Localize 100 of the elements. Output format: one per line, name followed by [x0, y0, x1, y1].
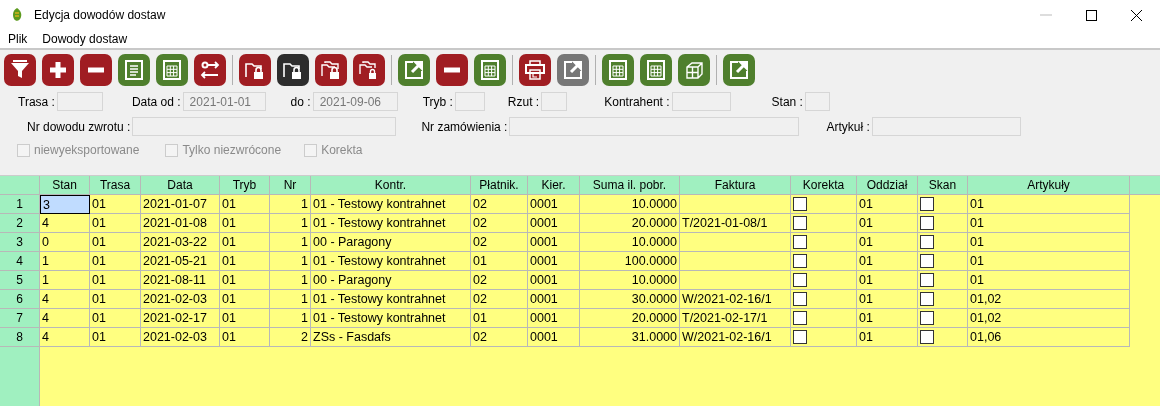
field-label: Tryb : — [422, 94, 453, 109]
row-number[interactable]: 2 — [0, 214, 40, 233]
input-field[interactable] — [541, 92, 568, 111]
table-cell: 01 — [471, 309, 528, 328]
column-header[interactable]: Skan — [918, 176, 968, 195]
column-header[interactable]: Faktura — [680, 176, 791, 195]
table-cell: 01 - Testowy kontrahnet — [311, 309, 471, 328]
table-icon — [161, 59, 183, 81]
toolbar-button[interactable] — [194, 54, 226, 86]
checkbox-cell[interactable] — [918, 309, 968, 328]
table-cell: 01 — [220, 309, 270, 328]
column-header[interactable]: Korekta — [791, 176, 857, 195]
toolbar-button[interactable] — [277, 54, 309, 86]
table-cell: 2021-01-08 — [141, 214, 220, 233]
input-field[interactable] — [871, 117, 1021, 136]
table-cell: 0001 — [528, 252, 580, 271]
column-header[interactable]: Tryb — [220, 176, 270, 195]
input-field[interactable] — [804, 92, 830, 111]
input-field[interactable] — [509, 117, 800, 136]
table-icon — [607, 59, 629, 81]
swap-arrows-icon — [199, 59, 221, 81]
checkbox-cell[interactable] — [791, 214, 857, 233]
table-cell: 1 — [40, 271, 90, 290]
header-cell — [0, 176, 40, 195]
column-header[interactable]: Artykuły — [968, 176, 1130, 195]
menu-item[interactable]: Dowody dostaw — [42, 32, 128, 46]
toolbar-button[interactable] — [353, 54, 385, 86]
toolbar-button[interactable] — [239, 54, 271, 86]
column-header[interactable]: Nr — [270, 176, 311, 195]
column-header[interactable]: Kier. — [528, 176, 580, 195]
row-number[interactable]: 8 — [0, 328, 40, 347]
toolbar-button[interactable] — [42, 54, 74, 86]
checkbox-cell[interactable] — [791, 271, 857, 290]
document-icon — [123, 59, 145, 81]
column-header[interactable]: Data — [141, 176, 220, 195]
close-icon[interactable] — [1131, 9, 1142, 21]
maximize-icon[interactable] — [1086, 9, 1097, 21]
input-field[interactable] — [132, 117, 397, 136]
column-header[interactable]: Oddział — [857, 176, 918, 195]
checkbox-cell[interactable] — [791, 290, 857, 309]
table-cell: 0001 — [528, 271, 580, 290]
column-header[interactable]: Trasa — [90, 176, 141, 195]
cube-icon — [683, 59, 705, 81]
row-number[interactable]: 6 — [0, 290, 40, 309]
checkbox-cell[interactable] — [918, 271, 968, 290]
checkbox-cell[interactable] — [918, 290, 968, 309]
table-cell: 20.0000 — [580, 214, 680, 233]
checkbox-cell[interactable] — [791, 309, 857, 328]
toolbar-button[interactable] — [315, 54, 347, 86]
checkbox-cell[interactable] — [791, 195, 857, 214]
table-cell: 2021-02-17 — [141, 309, 220, 328]
table-cell: 0001 — [528, 309, 580, 328]
toolbar-button[interactable] — [4, 54, 36, 86]
checkbox-cell[interactable] — [918, 252, 968, 271]
menu-item[interactable]: Plik — [8, 32, 28, 46]
checkbox-cell[interactable] — [791, 233, 857, 252]
column-header[interactable]: Kontr. — [311, 176, 471, 195]
table-cell: 01 — [90, 271, 141, 290]
row-number[interactable]: 3 — [0, 233, 40, 252]
table-cell: 2 — [270, 328, 311, 347]
table-cell: 31.0000 — [580, 328, 680, 347]
input-field[interactable] — [454, 92, 485, 111]
table-cell: 0 — [40, 233, 90, 252]
table-cell: 01 — [857, 328, 918, 347]
input-field[interactable] — [671, 92, 731, 111]
table-cell: 01 — [968, 195, 1130, 214]
plus-icon — [47, 59, 69, 81]
export-icon — [562, 59, 584, 81]
input-field[interactable]: 2021-09-06 — [312, 92, 398, 111]
table-cell: 01 - Testowy kontrahnet — [311, 195, 471, 214]
table-cell: 1 — [270, 195, 311, 214]
row-number[interactable]: 1 — [0, 195, 40, 214]
toolbar-button[interactable] — [436, 54, 468, 86]
row-number[interactable]: 5 — [0, 271, 40, 290]
table-cell: 01 — [471, 252, 528, 271]
table-cell: 02 — [471, 214, 528, 233]
row-number[interactable]: 7 — [0, 309, 40, 328]
toolbar-button[interactable] — [80, 54, 112, 86]
input-field[interactable]: 2021-01-01 — [182, 92, 266, 111]
table-cell: 01 - Testowy kontrahnet — [311, 214, 471, 233]
row-number[interactable]: 4 — [0, 252, 40, 271]
table-cell: 01 — [220, 233, 270, 252]
checkbox-cell[interactable] — [918, 195, 968, 214]
column-header[interactable]: Płatnik. — [471, 176, 528, 195]
column-header[interactable]: Suma il. pobr. — [580, 176, 680, 195]
checkbox-cell[interactable] — [918, 233, 968, 252]
input-field[interactable] — [56, 92, 103, 111]
checkbox-cell[interactable] — [791, 328, 857, 347]
checkbox-cell[interactable] — [918, 214, 968, 233]
column-header[interactable]: Stan — [40, 176, 90, 195]
table-cell: ZSs - Fasdafs — [311, 328, 471, 347]
minus-icon — [441, 67, 463, 73]
locked-folders-icon — [320, 59, 342, 81]
checkbox-cell[interactable] — [918, 328, 968, 347]
table-cell: 02 — [471, 328, 528, 347]
table-cell: 100.0000 — [580, 252, 680, 271]
table-cell: 01,02 — [968, 309, 1130, 328]
checkbox-cell[interactable] — [791, 252, 857, 271]
toolbar-button[interactable] — [519, 54, 551, 86]
table-cell: 01 — [857, 252, 918, 271]
